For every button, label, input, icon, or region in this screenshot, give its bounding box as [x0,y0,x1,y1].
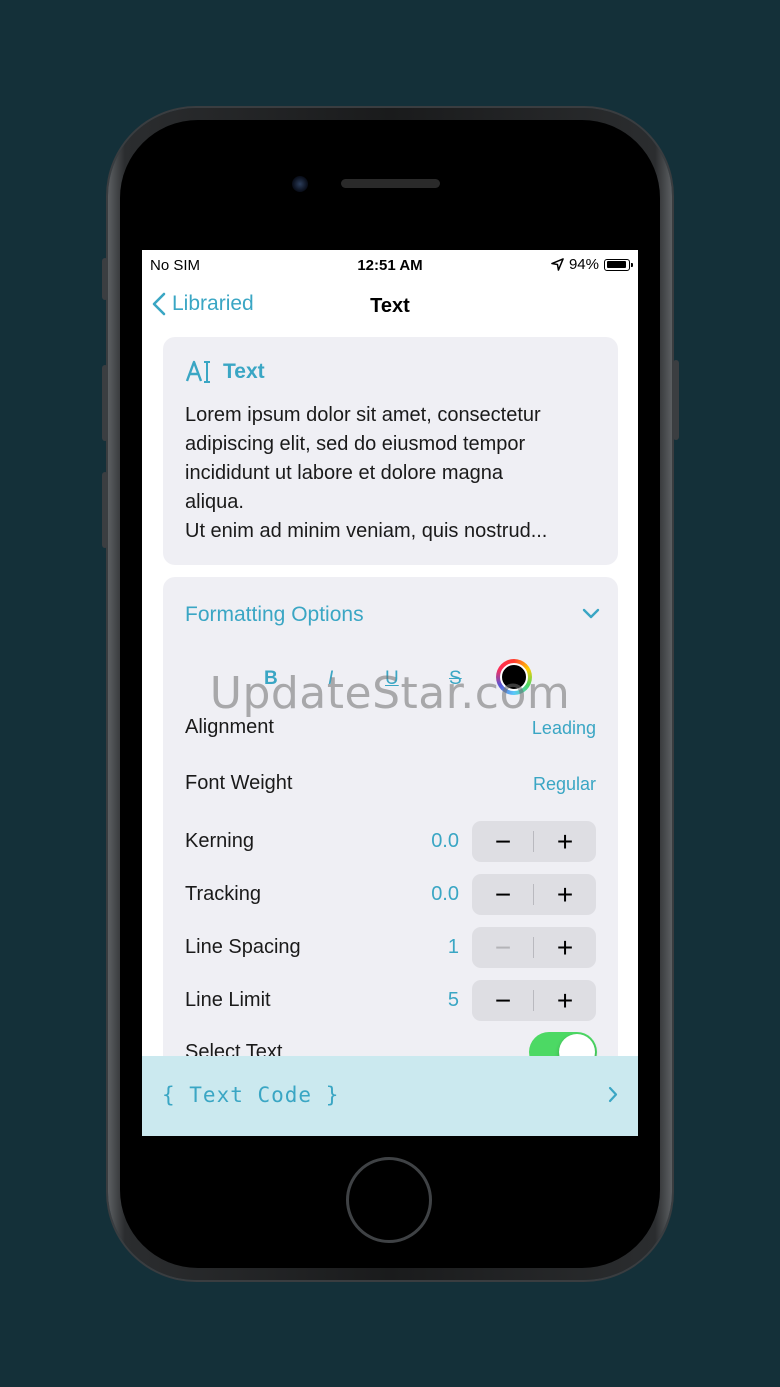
line-spacing-stepper: − + [472,927,596,968]
formatting-options-card: Formatting Options B I U S Alignment Lea… [163,577,618,1136]
text-code-label: { Text Code } [162,1083,340,1107]
text-preview-card: Text Lorem ipsum dolor sit amet, consect… [163,337,618,565]
line-limit-value: 5 [447,989,459,1011]
line-spacing-label: Line Spacing [185,936,301,958]
line-limit-label: Line Limit [185,989,271,1011]
tracking-stepper: − + [472,874,596,915]
tracking-decrement-button[interactable]: − [472,874,534,915]
battery-icon [604,258,633,271]
kerning-value: 0.0 [431,830,459,852]
kerning-stepper: − + [472,821,596,862]
line-spacing-decrement-button[interactable]: − [472,927,534,968]
line-limit-increment-button[interactable]: + [534,980,596,1021]
text-line: Lorem ipsum dolor sit amet, consectetur [185,404,541,426]
line-spacing-value: 1 [447,936,459,958]
formatting-options-header[interactable]: Formatting Options [185,603,364,627]
volume-up-button [102,365,108,441]
chevron-right-icon [608,1086,618,1103]
text-cursor-icon [185,360,210,383]
font-weight-label: Font Weight [185,772,293,794]
kerning-decrement-button[interactable]: − [472,821,534,862]
kerning-increment-button[interactable]: + [534,821,596,862]
page-title: Text [370,295,410,317]
line-limit-decrement-button[interactable]: − [472,980,534,1021]
tracking-value: 0.0 [431,883,459,905]
home-button[interactable] [346,1157,432,1243]
alignment-value[interactable]: Leading [532,718,596,739]
text-line: aliqua. [185,491,244,513]
navigation-bar: Libraried Text [142,288,638,328]
mute-switch [102,258,108,300]
earpiece-speaker [341,179,440,188]
volume-down-button [102,472,108,548]
watermark: UpdateStar.com [209,668,571,719]
text-line: incididunt ut labore et dolore magna [185,462,503,484]
text-line: adipiscing elit, sed do eiusmod tempor [185,433,526,455]
location-arrow-icon [551,258,564,271]
chevron-down-icon[interactable] [582,608,600,620]
text-code-button[interactable]: { Text Code } [142,1056,638,1136]
text-card-header: Text [185,359,265,385]
line-spacing-increment-button[interactable]: + [534,927,596,968]
line-limit-stepper: − + [472,980,596,1021]
front-camera [292,176,308,192]
status-bar: No SIM 12:51 AM 94% [142,250,638,280]
kerning-label: Kerning [185,830,254,852]
font-weight-value[interactable]: Regular [533,774,596,795]
tracking-increment-button[interactable]: + [534,874,596,915]
text-card-title: Text [223,360,265,383]
power-button [673,360,679,440]
battery-percent: 94% [568,256,599,273]
tracking-label: Tracking [185,883,261,905]
alignment-label: Alignment [185,716,274,738]
text-preview-body: Lorem ipsum dolor sit amet, consectetur … [185,401,605,546]
text-line: Ut enim ad minim veniam, quis nostrud... [185,520,548,542]
status-right: 94% [551,256,633,273]
